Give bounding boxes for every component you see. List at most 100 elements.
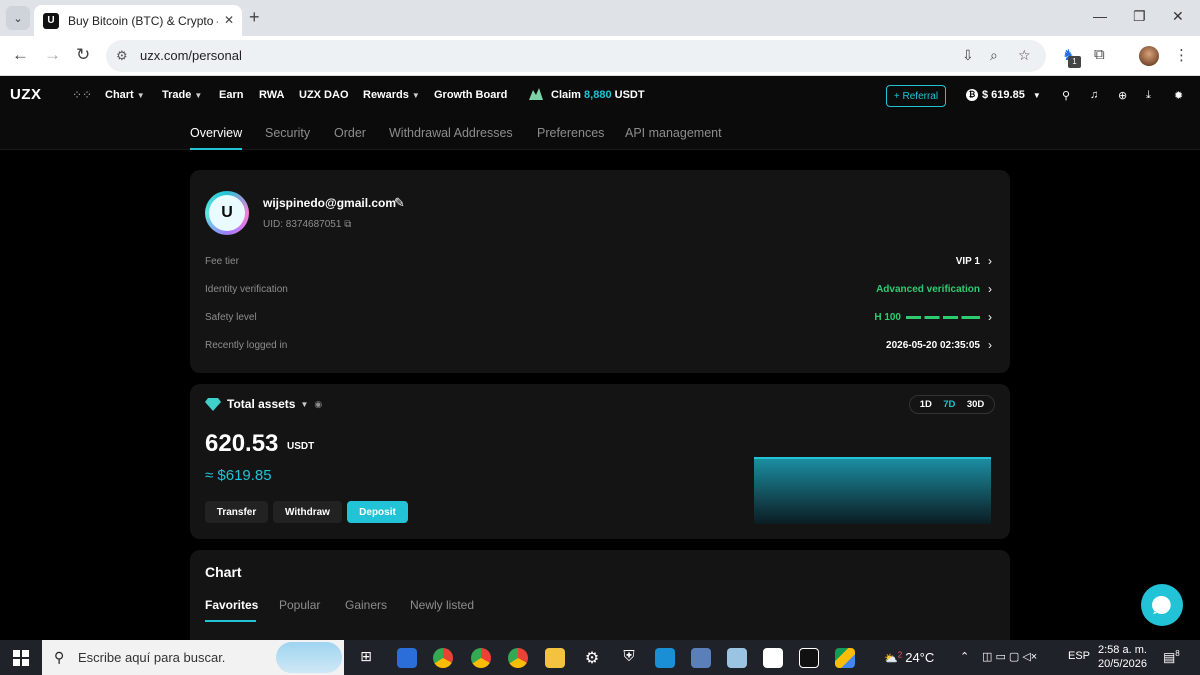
tab-close-icon[interactable]: ✕ [224, 13, 234, 27]
copy-icon[interactable]: ⧉ [344, 219, 351, 230]
file-explorer-icon[interactable] [545, 648, 565, 668]
eye-icon[interactable]: ◉ [314, 399, 322, 410]
google-drive-icon[interactable] [835, 648, 855, 668]
kebab-menu-icon[interactable]: ⋮ [1174, 46, 1189, 64]
notes-app-icon[interactable] [727, 648, 747, 668]
profile-card: U wijspinedo@gmail.com ✎ UID: 8374687051… [190, 170, 1010, 373]
withdraw-button[interactable]: Withdraw [273, 501, 342, 523]
chat-icon [1152, 595, 1171, 614]
chevron-right-icon[interactable]: › [988, 254, 992, 268]
notification-center-icon[interactable]: ▤8 [1163, 649, 1180, 665]
tab-popular[interactable]: Popular [279, 598, 320, 612]
new-tab-button[interactable]: + [249, 8, 260, 26]
task-view-icon[interactable]: ⊞ [356, 648, 376, 668]
globe-icon[interactable]: ⊕ [1118, 89, 1127, 102]
range-toggle: 1D 7D 30D [909, 395, 995, 414]
app-icon[interactable] [691, 648, 711, 668]
total-amount: 620.53 [205, 430, 279, 457]
menu-rewards[interactable]: Rewards ▼ [363, 89, 420, 101]
apps-grid-icon[interactable]: ⁘⁘ [72, 88, 92, 102]
tab-search-button[interactable]: ⌄ [6, 6, 30, 30]
recent-login-value[interactable]: 2026-05-20 02:35:05 [886, 340, 980, 351]
zoom-icon[interactable]: ⌕ [990, 47, 998, 64]
clock[interactable]: 2:58 a. m. 20/5/2026 [1098, 643, 1147, 671]
back-arrow-icon[interactable]: ← [12, 45, 29, 65]
chevron-right-icon[interactable]: › [988, 310, 992, 324]
identity-verification-value[interactable]: Advanced verification [876, 284, 980, 295]
restore-icon[interactable]: ❐ [1133, 8, 1146, 25]
range-1d[interactable]: 1D [920, 399, 932, 410]
referral-button[interactable]: + Referral [886, 85, 946, 107]
chrome-profile-2-icon[interactable] [471, 648, 491, 668]
settings-gear-icon[interactable]: ⚙ [582, 648, 602, 668]
edit-pencil-icon[interactable]: ✎ [394, 195, 405, 211]
extensions-puzzle-icon[interactable]: ⧉ [1094, 46, 1105, 63]
menu-rwa[interactable]: RWA [259, 89, 284, 101]
url-text[interactable]: uzx.com/personal [140, 48, 242, 63]
audio-app-icon[interactable] [799, 648, 819, 668]
minimize-icon[interactable]: — [1093, 8, 1107, 24]
total-assets-title[interactable]: Total assets ▼ ◉ [205, 397, 322, 411]
chevron-right-icon[interactable]: › [988, 338, 992, 352]
site-info-icon[interactable]: ⚙ [116, 48, 128, 64]
taskbar-search[interactable]: ⚲ Escribe aquí para buscar. [42, 640, 344, 675]
install-app-icon[interactable]: ⇩ [962, 47, 974, 64]
identity-verification-label: Identity verification [205, 284, 288, 295]
tab-newly-listed[interactable]: Newly listed [410, 598, 474, 612]
bookmark-star-icon[interactable]: ☆ [1018, 47, 1031, 64]
fee-tier-value[interactable]: VIP 1 [956, 256, 980, 267]
tab-preferences[interactable]: Preferences [537, 126, 604, 140]
tab-api-management[interactable]: API management [625, 126, 722, 140]
tray-chevron-icon[interactable]: ⌃ [960, 650, 969, 663]
active-tab-indicator [205, 620, 256, 622]
remote-desktop-icon[interactable] [655, 648, 675, 668]
fiat-value: ≈ $619.85 [205, 467, 272, 484]
download-icon[interactable]: ⤓ [1146, 89, 1151, 102]
profile-avatar[interactable] [1139, 46, 1159, 66]
claim-link[interactable]: Claim 8,880 USDT [551, 89, 645, 101]
tab-gainers[interactable]: Gainers [345, 598, 387, 612]
weather-widget[interactable]: ⛅2 24°C [884, 650, 934, 665]
balance-dropdown[interactable]: ₿ $ 619.85 ▼ [966, 89, 1041, 101]
avatar-logo-icon: U [209, 195, 245, 231]
deposit-button[interactable]: Deposit [347, 501, 408, 523]
tab-order[interactable]: Order [334, 126, 366, 140]
safety-level-bar [906, 315, 980, 319]
chevron-down-icon: ▼ [194, 91, 203, 100]
tab-withdrawal-addresses[interactable]: Withdrawal Addresses [389, 126, 513, 140]
menu-chart[interactable]: Chart ▼ [105, 89, 145, 101]
menu-earn[interactable]: Earn [219, 89, 243, 101]
browser-tab-active[interactable]: U Buy Bitcoin (BTC) & Crypto — C ✕ [34, 5, 242, 36]
tab-overview[interactable]: Overview [190, 126, 242, 140]
chrome-profile-1-icon[interactable] [433, 648, 453, 668]
forward-arrow-icon[interactable]: → [44, 45, 61, 65]
chevron-right-icon[interactable]: › [988, 282, 992, 296]
pen-app-icon[interactable] [763, 648, 783, 668]
chevron-down-icon: ▼ [136, 91, 145, 100]
language-indicator[interactable]: ESP [1068, 650, 1090, 662]
search-icon: ⚲ [54, 649, 65, 665]
window-close-icon[interactable]: ✕ [1172, 8, 1184, 25]
reload-icon[interactable]: ↻ [76, 45, 90, 65]
support-chat-button[interactable] [1141, 584, 1183, 626]
uzx-logo[interactable]: UZX [10, 86, 42, 103]
menu-growth-board[interactable]: Growth Board [434, 89, 507, 101]
news-app-icon[interactable] [397, 648, 417, 668]
user-icon[interactable]: ⚲ [1062, 89, 1070, 102]
security-shield-icon[interactable]: ⛨ [619, 648, 639, 668]
tab-security[interactable]: Security [265, 126, 310, 140]
windows-start-icon[interactable] [13, 650, 29, 666]
bell-icon[interactable]: ♫ [1090, 89, 1098, 101]
transfer-button[interactable]: Transfer [205, 501, 268, 523]
menu-trade[interactable]: Trade ▼ [162, 89, 202, 101]
address-bar[interactable]: ⚙ uzx.com/personal ⇩ ⌕ ☆ [106, 40, 1046, 72]
range-7d[interactable]: 7D [943, 399, 955, 410]
tab-favorites[interactable]: Favorites [205, 598, 258, 612]
chrome-profile-3-icon[interactable] [508, 648, 528, 668]
range-30d[interactable]: 30D [967, 399, 984, 410]
tab-title: Buy Bitcoin (BTC) & Crypto — C [68, 13, 218, 28]
safety-level-value[interactable]: H 100 [874, 312, 980, 323]
menu-uzx-dao[interactable]: UZX DAO [299, 89, 349, 101]
theme-sun-icon[interactable]: ✹ [1174, 89, 1183, 102]
tray-icons[interactable]: ◫ ▭ ▢ ◁× [982, 650, 1037, 663]
